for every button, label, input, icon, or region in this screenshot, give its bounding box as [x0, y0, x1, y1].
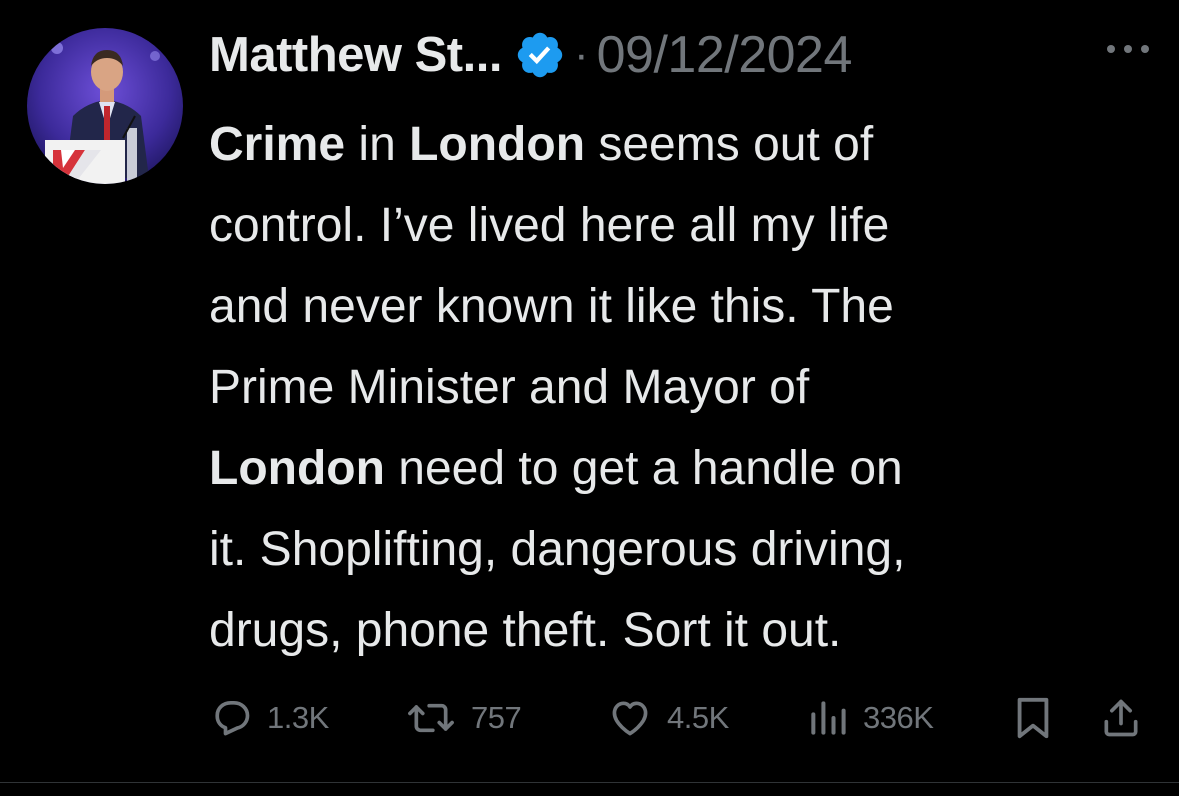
tweet-text-bold-segment: London [209, 442, 385, 495]
like-count: 4.5K [667, 700, 729, 735]
share-button[interactable] [1099, 690, 1143, 746]
repost-button[interactable]: 757 [405, 690, 522, 746]
verified-badge-icon[interactable] [514, 29, 566, 81]
views-button[interactable]: 336K [807, 690, 934, 746]
share-icon [1099, 695, 1143, 741]
header-separator: · [573, 30, 589, 79]
views-icon [807, 696, 849, 740]
more-icon [1105, 42, 1151, 60]
tweet-text-segment: and never known it like this. The [209, 280, 894, 333]
reply-icon [209, 696, 253, 740]
tweet-text-line: control. I’ve lived here all my life [209, 185, 1159, 266]
tweet-text-segment: control. I’ve lived here all my life [209, 199, 890, 252]
tweet-text-segment: Prime Minister and Mayor of [209, 361, 810, 414]
avatar[interactable] [27, 28, 183, 184]
tweet-text-segment: seems out of [585, 118, 874, 171]
tweet-text-line: London need to get a handle on [209, 428, 1159, 509]
tweet-text-line: it. Shoplifting, dangerous driving, [209, 509, 1159, 590]
reply-count: 1.3K [267, 700, 329, 735]
views-count: 336K [863, 700, 934, 735]
tweet-header: Matthew St... · 09/12/2024 [209, 22, 852, 88]
repost-icon [405, 696, 457, 740]
tweet-text: Crime in London seems out of control. I’v… [209, 104, 1159, 671]
bookmark-icon [1013, 695, 1053, 741]
heart-icon [607, 696, 653, 740]
tweet-text-segment: it. Shoplifting, dangerous driving, [209, 523, 906, 576]
repost-count: 757 [471, 700, 522, 735]
tweet-text-line: and never known it like this. The [209, 266, 1159, 347]
tweet[interactable]: Matthew St... · 09/12/2024 Crime in Lond… [0, 0, 1179, 780]
post-timestamp[interactable]: 09/12/2024 [597, 25, 853, 85]
more-options-button[interactable] [1098, 36, 1158, 66]
divider [0, 782, 1179, 783]
author-display-name[interactable]: Matthew St... [209, 27, 502, 83]
like-button[interactable]: 4.5K [607, 690, 729, 746]
tweet-text-segment: drugs, phone theft. Sort it out. [209, 604, 842, 657]
tweet-text-bold-segment: London [409, 118, 586, 171]
reply-button[interactable]: 1.3K [209, 690, 329, 746]
tweet-text-bold-segment: Crime [209, 118, 346, 171]
tweet-text-segment: in [345, 118, 410, 171]
tweet-text-line: Crime in London seems out of [209, 104, 1159, 185]
bookmark-button[interactable] [1013, 690, 1053, 746]
tweet-text-segment: need to get a handle on [384, 442, 903, 495]
tweet-text-line: Prime Minister and Mayor of [209, 347, 1159, 428]
action-bar: 1.3K 757 4.5K 336K [209, 690, 1159, 746]
tweet-text-line: drugs, phone theft. Sort it out. [209, 590, 1159, 671]
